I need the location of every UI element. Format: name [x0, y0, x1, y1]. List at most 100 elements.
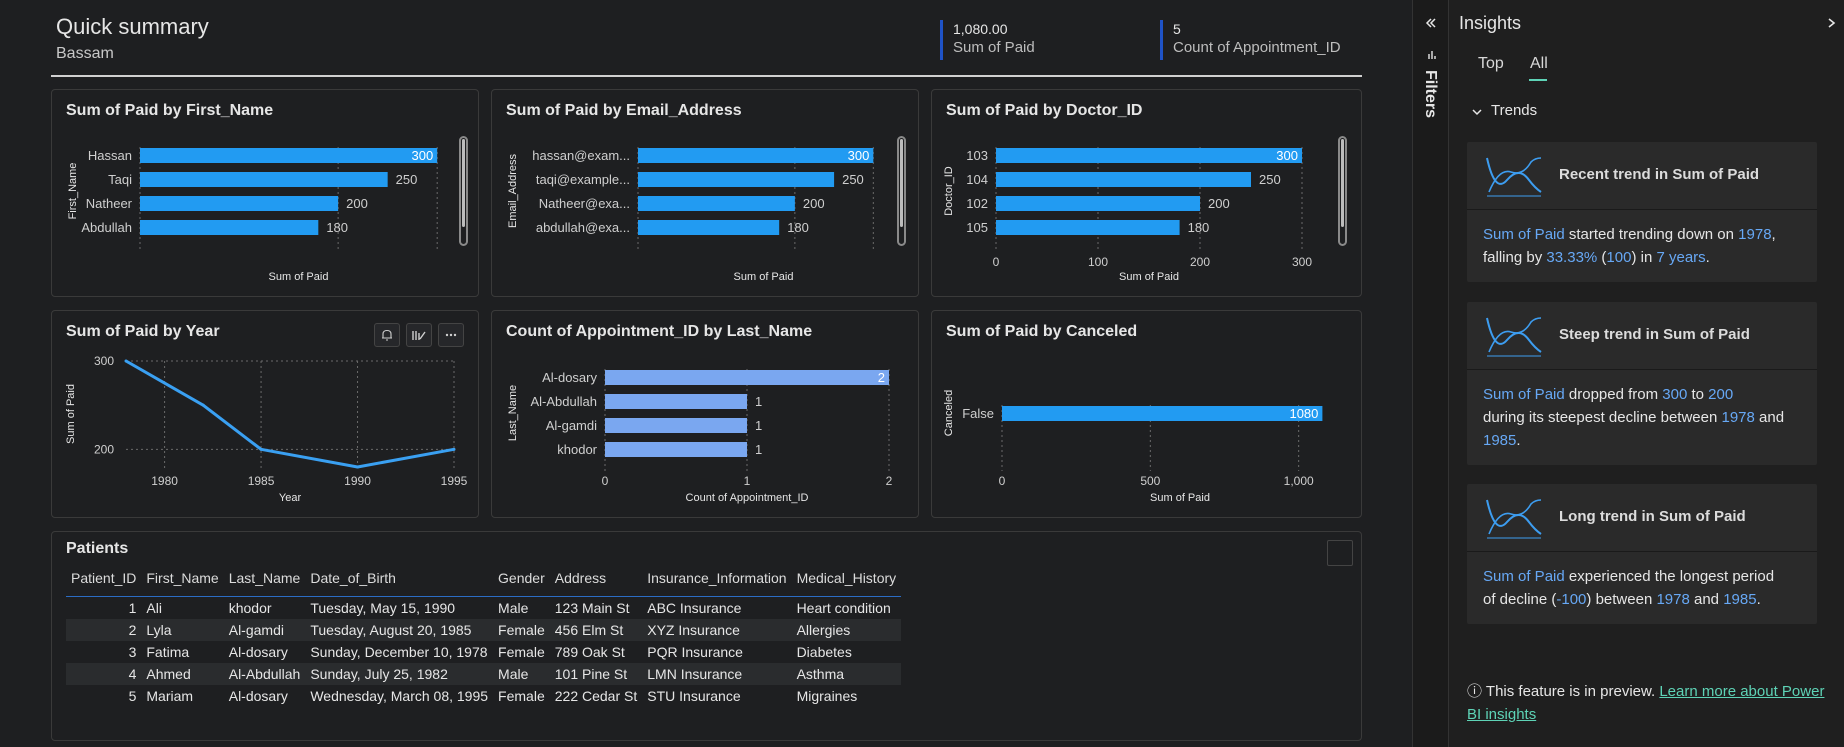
x-tick-label: 200 — [1190, 255, 1210, 269]
data-label: 180 — [326, 220, 348, 235]
bar — [996, 220, 1180, 235]
table-cell: Fatima — [146, 644, 190, 660]
filters-pane[interactable]: Filters — [1412, 0, 1448, 747]
column-header[interactable]: First_Name — [141, 560, 224, 597]
more-icon — [445, 333, 457, 337]
tab-all[interactable]: All — [1530, 55, 1548, 73]
insight-card-steep-trend[interactable]: Steep trend in Sum of Paid Sum of Paid d… — [1467, 302, 1817, 465]
insight-text: . — [1756, 591, 1761, 608]
insight-highlight: -100 — [1556, 591, 1587, 608]
bar — [605, 370, 889, 385]
table-cell: Al-gamdi — [223, 619, 306, 641]
table-cell: LMN Insurance — [642, 663, 792, 685]
kpi-label: Sum of Paid — [953, 39, 1035, 56]
data-label: 1 — [755, 394, 762, 409]
visual-toolbar — [374, 323, 464, 347]
y-axis-label: Sum of Paid — [65, 384, 77, 444]
insights-title: Insights — [1459, 13, 1522, 33]
trend-chart-icon — [1486, 499, 1542, 539]
x-tick-label: 2 — [886, 474, 893, 488]
table-cell: Heart condition — [796, 600, 891, 616]
column-header[interactable]: Last_Name — [223, 560, 306, 597]
kpi-count-appointment[interactable]: 5 Count of Appointment_ID — [1160, 20, 1341, 60]
column-header[interactable]: Insurance_Information — [642, 560, 792, 597]
x-tick-label: 0 — [999, 474, 1006, 488]
column-header[interactable]: Patient_ID — [66, 560, 142, 597]
insight-highlight: 33.33% — [1546, 249, 1598, 266]
chart-card-doctor[interactable]: Sum of Paid by Doctor_ID 103 300 104 250 102… — [931, 89, 1362, 297]
chart-scrollbar[interactable] — [1338, 136, 1347, 246]
kpi-sum-of-paid[interactable]: 1,080.00 Sum of Paid — [940, 20, 1035, 60]
table-cell: Sunday, July 25, 1982 — [305, 663, 494, 685]
tab-top[interactable]: Top — [1478, 55, 1504, 73]
format-brush-icon — [412, 331, 426, 340]
category-label: khodor — [557, 442, 597, 457]
patients-table: Patient_ID First_Name Last_Name Date_of_Bir… — [66, 560, 902, 707]
filters-label[interactable]: Filters — [1421, 70, 1439, 118]
preview-notice: ⓘ This feature is in preview. Learn more… — [1467, 680, 1827, 726]
trends-section-header[interactable]: Trends — [1491, 102, 1537, 119]
data-label: 250 — [842, 172, 864, 187]
chevron-down-icon[interactable] — [1471, 106, 1483, 118]
chart-card-year[interactable]: Sum of Paid by Year 300 200 1980 1985 1990 19… — [51, 310, 479, 518]
scrollbar-thumb[interactable] — [1341, 139, 1344, 227]
category-label: Al-gamdi — [546, 418, 597, 433]
tab-active-underline — [1529, 79, 1547, 81]
table-cell: Sunday, December 10, 1978 — [310, 644, 488, 660]
insight-card-long-trend[interactable]: Long trend in Sum of Paid Sum of Paid ex… — [1467, 484, 1817, 624]
column-header[interactable]: Medical_History — [791, 560, 902, 597]
bar — [605, 442, 747, 457]
more-options-button[interactable] — [438, 323, 464, 347]
collapse-chevrons-icon[interactable] — [1424, 16, 1438, 30]
expand-chevron-icon[interactable] — [1825, 16, 1839, 30]
data-label: 200 — [803, 196, 825, 211]
x-tick-label: 1990 — [344, 474, 371, 488]
column-header[interactable]: Date_of_Birth — [305, 560, 494, 597]
category-label: hassan@exam... — [532, 148, 630, 163]
chart-card-first-name[interactable]: Sum of Paid by First_Name Hassan 300 Taqi 2… — [51, 89, 479, 297]
insight-card-recent-trend[interactable]: Recent trend in Sum of Paid Sum of Paid … — [1467, 142, 1817, 282]
table-cell: Asthma — [791, 663, 902, 685]
x-tick-label: 0 — [993, 255, 1000, 269]
data-point — [259, 447, 263, 451]
scrollbar-thumb[interactable] — [900, 139, 903, 227]
insight-card-title: Long trend in Sum of Paid — [1559, 508, 1746, 525]
bar — [140, 196, 339, 211]
table-cell: Migraines — [796, 688, 858, 704]
chart-card-canceled[interactable]: Sum of Paid by Canceled False 1080 0 500 1,0… — [931, 310, 1362, 518]
y-axis-label: Last_Name — [507, 385, 519, 441]
insight-highlight: 1985 — [1723, 591, 1757, 608]
x-tick-label: 1 — [744, 474, 751, 488]
table-cell: 123 Main St — [554, 600, 630, 616]
table-row[interactable]: 4 Ahmed Al-Abdullah Sunday, July 25, 1982 Ma… — [66, 663, 902, 685]
table-row[interactable]: 5 Mariam Al-dosary Wednesday, March 08, 199… — [66, 685, 901, 707]
format-visual-button[interactable] — [406, 323, 432, 347]
table-cell: XYZ Insurance — [642, 619, 792, 641]
bar — [638, 172, 835, 187]
table-cell: Wednesday, March 08, 1995 — [310, 688, 489, 704]
patients-table-card[interactable]: Patients Patient_ID First_Name Last_Name Da… — [51, 531, 1362, 741]
data-label: 180 — [787, 220, 809, 235]
table-row[interactable]: 2 Lyla Al-gamdi Tuesday, August 20, 1985 Fem… — [66, 619, 902, 641]
bar-chart-canceled: False 1080 0 500 1,000 Sum of Paid Canceled — [943, 390, 1323, 504]
page-subtitle: Bassam — [56, 45, 114, 62]
data-point — [452, 447, 456, 451]
insight-highlight: Sum of Paid — [1483, 568, 1565, 585]
category-label: Natheer — [86, 196, 133, 211]
insight-text: and — [1689, 591, 1724, 608]
insight-highlight: Sum of Paid — [1483, 386, 1565, 403]
scrollbar-thumb[interactable] — [462, 139, 465, 227]
data-point — [124, 359, 128, 363]
column-header[interactable]: Gender — [493, 560, 550, 597]
kpi-value: 1,080.00 — [953, 21, 1008, 37]
chart-card-email[interactable]: Sum of Paid by Email_Address hassan@exam… — [491, 89, 919, 297]
table-corner-box[interactable] — [1327, 540, 1353, 566]
table-row[interactable]: 1 Ali khodor Tuesday, May 15, 1990 Male 123 M… — [66, 597, 901, 620]
chart-scrollbar[interactable] — [897, 136, 906, 246]
chart-scrollbar[interactable] — [459, 136, 468, 246]
column-header[interactable]: Address — [549, 560, 643, 597]
chart-card-last-name[interactable]: Count of Appointment_ID by Last_Name Al-… — [491, 310, 919, 518]
alert-bell-button[interactable] — [374, 323, 400, 347]
x-tick-label: 100 — [1088, 255, 1108, 269]
table-row[interactable]: 3 Fatima Al-dosary Sunday, December 10, 197… — [66, 641, 901, 663]
